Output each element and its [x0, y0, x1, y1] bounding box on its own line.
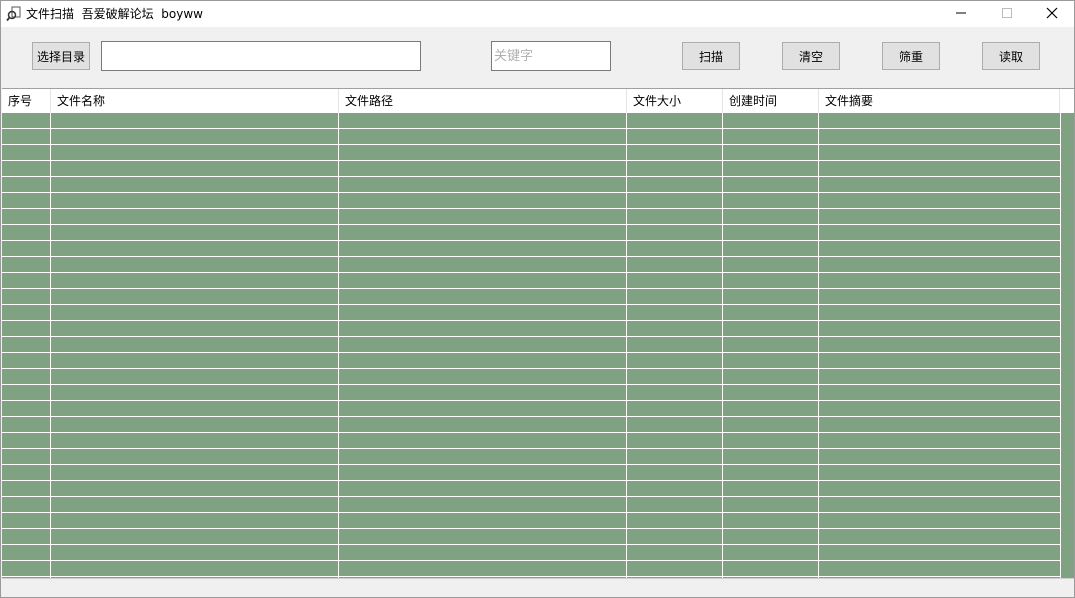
column-header-index[interactable]: 序号 — [2, 89, 51, 113]
table-row[interactable] — [2, 449, 1060, 465]
table-row[interactable] — [2, 497, 1060, 513]
minimize-button[interactable] — [938, 1, 984, 27]
table-row[interactable] — [2, 273, 1060, 289]
table-row[interactable] — [2, 561, 1060, 577]
table-row[interactable] — [2, 369, 1060, 385]
table-row[interactable] — [2, 481, 1060, 497]
main-window: 文件扫描 吾爱破解论坛 boyww 选择目录 扫描 清空 筛重 读取 序号 文件… — [0, 0, 1075, 598]
grid-right-filler — [1060, 113, 1074, 578]
table-row[interactable] — [2, 177, 1060, 193]
directory-path-input[interactable] — [101, 41, 421, 71]
table-row[interactable] — [2, 433, 1060, 449]
table-row[interactable] — [2, 353, 1060, 369]
read-button[interactable]: 读取 — [982, 42, 1040, 70]
column-divider — [818, 113, 819, 578]
column-divider — [626, 113, 627, 578]
dedupe-button[interactable]: 筛重 — [882, 42, 940, 70]
maximize-button[interactable] — [984, 1, 1030, 27]
column-header-file-path[interactable]: 文件路径 — [339, 89, 627, 113]
column-divider — [722, 113, 723, 578]
grid-header: 序号 文件名称 文件路径 文件大小 创建时间 文件摘要 — [2, 89, 1074, 113]
close-button[interactable] — [1029, 1, 1075, 27]
table-row[interactable] — [2, 193, 1060, 209]
window-title: 文件扫描 吾爱破解论坛 boyww — [26, 7, 203, 21]
table-row[interactable] — [2, 321, 1060, 337]
status-bar — [2, 578, 1074, 597]
table-row[interactable] — [2, 209, 1060, 225]
table-row[interactable] — [2, 225, 1060, 241]
column-header-file-digest[interactable]: 文件摘要 — [819, 89, 1060, 113]
table-row[interactable] — [2, 289, 1060, 305]
table-row[interactable] — [2, 337, 1060, 353]
table-row[interactable] — [2, 257, 1060, 273]
table-row[interactable] — [2, 113, 1060, 129]
table-row[interactable] — [2, 241, 1060, 257]
column-header-file-name[interactable]: 文件名称 — [51, 89, 339, 113]
table-row[interactable] — [2, 305, 1060, 321]
column-divider — [338, 113, 339, 578]
table-row[interactable] — [2, 529, 1060, 545]
title-bar[interactable]: 文件扫描 吾爱破解论坛 boyww — [1, 1, 1074, 27]
table-row[interactable] — [2, 385, 1060, 401]
table-row[interactable] — [2, 545, 1060, 561]
scan-button[interactable]: 扫描 — [682, 42, 740, 70]
table-row[interactable] — [2, 145, 1060, 161]
grid-rows — [2, 113, 1074, 578]
column-header-file-size[interactable]: 文件大小 — [627, 89, 723, 113]
table-row[interactable] — [2, 417, 1060, 433]
column-header-created-time[interactable]: 创建时间 — [723, 89, 819, 113]
magnifier-file-icon — [6, 6, 22, 22]
select-directory-button[interactable]: 选择目录 — [32, 42, 90, 70]
table-row[interactable] — [2, 129, 1060, 145]
table-row[interactable] — [2, 465, 1060, 481]
clear-button[interactable]: 清空 — [782, 42, 840, 70]
close-icon — [1046, 7, 1058, 22]
maximize-icon — [1002, 7, 1012, 21]
file-list-grid[interactable]: 序号 文件名称 文件路径 文件大小 创建时间 文件摘要 — [2, 88, 1074, 578]
minimize-icon — [956, 7, 966, 21]
table-row[interactable] — [2, 513, 1060, 529]
column-divider — [50, 113, 51, 578]
table-row[interactable] — [2, 161, 1060, 177]
table-row[interactable] — [2, 401, 1060, 417]
keyword-input[interactable] — [491, 41, 611, 71]
